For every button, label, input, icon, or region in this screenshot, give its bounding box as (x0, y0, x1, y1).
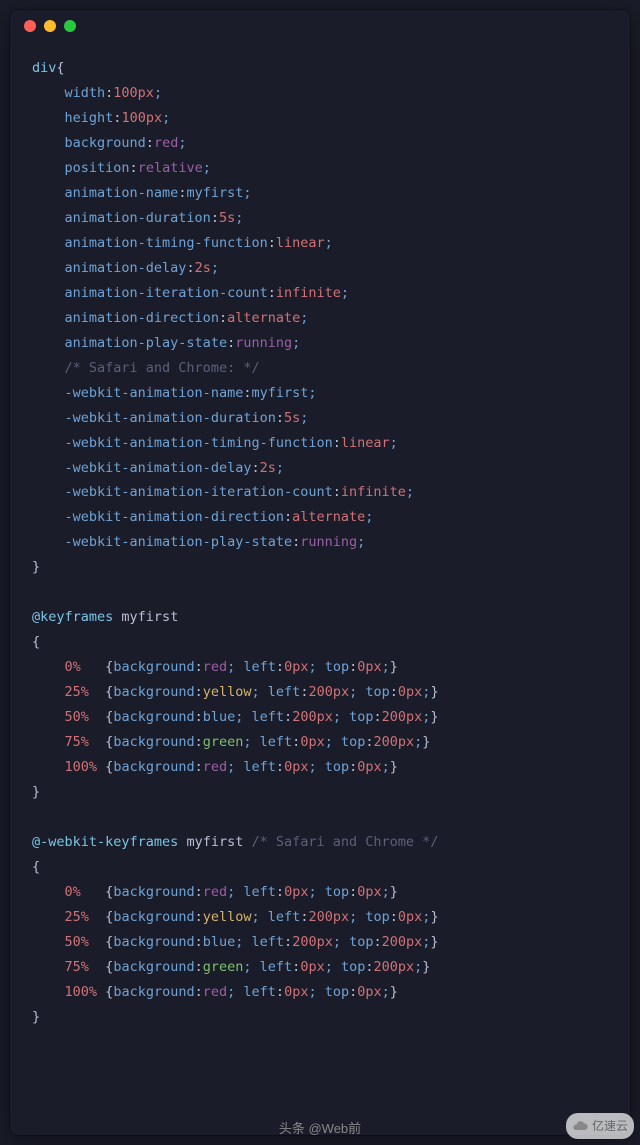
close-icon[interactable] (24, 20, 36, 32)
code-content: div{ width:100px; height:100px; backgrou… (10, 42, 630, 1052)
cloud-icon (572, 1118, 588, 1134)
minimize-icon[interactable] (44, 20, 56, 32)
code-window: div{ width:100px; height:100px; backgrou… (10, 10, 630, 1135)
window-titlebar (10, 10, 630, 42)
watermark: 亿速云 (566, 1113, 634, 1139)
maximize-icon[interactable] (64, 20, 76, 32)
footer-attribution: 头条 @Web前 (0, 1117, 640, 1141)
